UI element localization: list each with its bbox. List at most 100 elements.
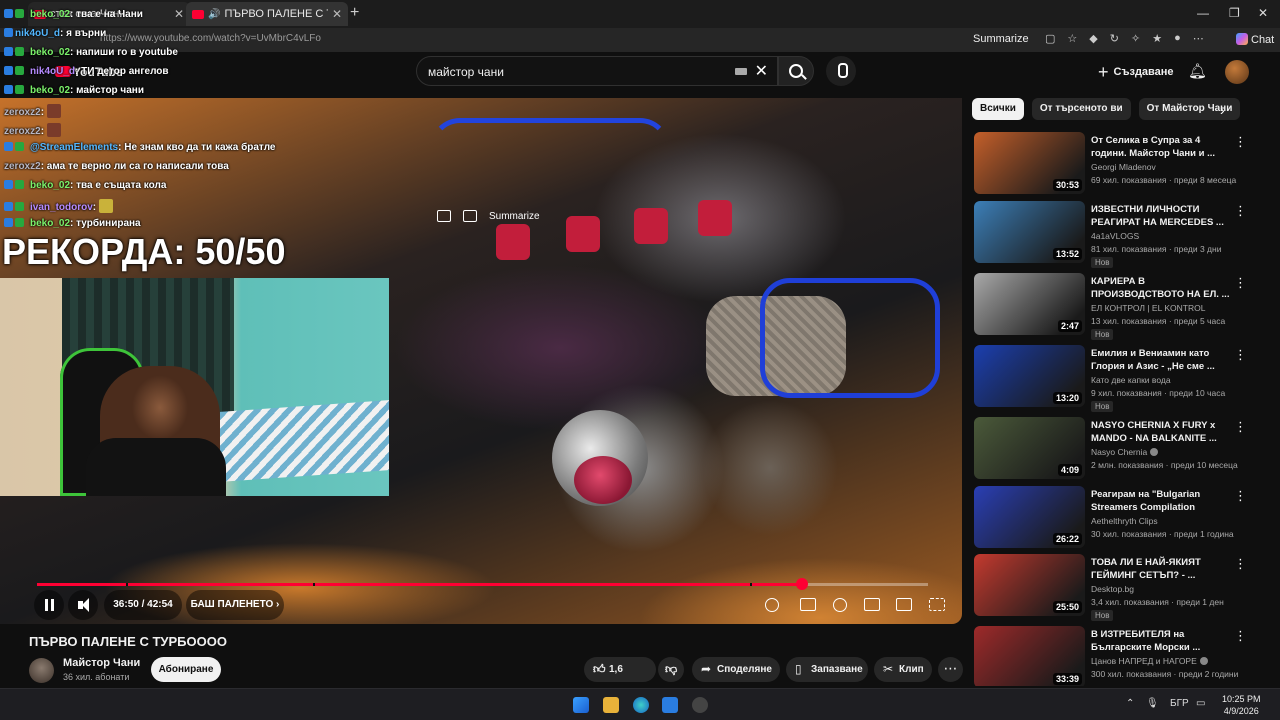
video-thumbnail[interactable]: 33:39 bbox=[974, 626, 1085, 686]
recommendation-channel[interactable]: Aethelthryth Clips bbox=[1091, 516, 1158, 526]
recommendation-item[interactable]: 33:39 В ИЗТРЕБИТЕЛЯ на Българските Морск… bbox=[974, 626, 1264, 686]
keyboard-icon[interactable] bbox=[735, 68, 747, 75]
more-actions-icon[interactable]: ⋯ bbox=[938, 657, 963, 682]
search-box[interactable]: майстор чани ✕ bbox=[416, 56, 778, 86]
recommendation-channel[interactable]: Като две капки вода bbox=[1091, 375, 1171, 385]
pause-button[interactable] bbox=[34, 590, 64, 620]
video-thumbnail[interactable]: 25:50 bbox=[974, 554, 1085, 616]
kebab-menu-icon[interactable]: ⋮ bbox=[1234, 556, 1247, 572]
recommendation-title[interactable]: NASYO CHERNIA X FURY x MANDO - NA BALKAN… bbox=[1091, 419, 1231, 445]
video-thumbnail[interactable]: 26:22 bbox=[974, 486, 1085, 548]
video-thumbnail[interactable]: 4:09 bbox=[974, 417, 1085, 479]
minimize-icon[interactable]: — bbox=[1197, 6, 1209, 20]
fullscreen-icon[interactable] bbox=[929, 598, 945, 611]
clear-search-icon[interactable]: ✕ bbox=[755, 61, 768, 81]
notifications-bell-icon[interactable]: 🔔︎ bbox=[1188, 62, 1207, 80]
chapter-button[interactable]: БАШ ПАЛЕНЕТО › bbox=[186, 590, 284, 620]
volume-button[interactable] bbox=[68, 590, 98, 620]
clip-button[interactable]: ✂ Клип bbox=[874, 657, 932, 682]
kebab-menu-icon[interactable]: ⋮ bbox=[1234, 628, 1247, 644]
voice-search-button[interactable] bbox=[826, 56, 856, 86]
recommendation-channel[interactable]: Nasyo Chernia bbox=[1091, 447, 1159, 457]
copilot-chat-button[interactable]: Chat bbox=[1236, 33, 1274, 46]
more-menu-icon[interactable]: ⋯ bbox=[1193, 32, 1204, 45]
chip-from-search[interactable]: От търсеното ви bbox=[1031, 98, 1131, 120]
video-thumbnail[interactable]: 30:53 bbox=[974, 132, 1085, 194]
channel-name[interactable]: Майстор Чани bbox=[63, 657, 140, 669]
recommendation-item[interactable]: 13:20 Емилия и Вениамин като Глория и Аз… bbox=[974, 345, 1264, 412]
close-tab-icon[interactable]: ✕ bbox=[174, 7, 184, 21]
channel-avatar[interactable] bbox=[29, 658, 54, 683]
favorites-icon[interactable]: ★ bbox=[1152, 32, 1162, 45]
video-thumbnail[interactable]: 13:52 bbox=[974, 201, 1085, 263]
recommendation-item[interactable]: 2:47 КАРИЕРА В ПРОИЗВОДСТВОТО НА ЕЛ. ...… bbox=[974, 273, 1264, 340]
recommendation-item[interactable]: 4:09 NASYO CHERNIA X FURY x MANDO - NA B… bbox=[974, 417, 1264, 481]
subscribe-button[interactable]: Абониране bbox=[151, 657, 221, 682]
chip-from-channel[interactable]: От Майстор Чани bbox=[1138, 98, 1241, 120]
recommendation-channel[interactable]: Цанов НАПРЕД и НАГОРЕ bbox=[1091, 656, 1208, 666]
chip-all[interactable]: Всички bbox=[972, 98, 1024, 120]
extension-icon[interactable]: ◆ bbox=[1089, 32, 1097, 45]
recommendation-channel[interactable]: Desktop.bg bbox=[1091, 584, 1134, 594]
miniplayer-icon[interactable] bbox=[437, 210, 451, 222]
close-window-icon[interactable]: ✕ bbox=[1258, 6, 1268, 20]
refresh-extension-icon[interactable]: ↻ bbox=[1110, 32, 1119, 45]
restore-icon[interactable]: ❐ bbox=[1229, 6, 1240, 20]
video-thumbnail[interactable]: 2:47 bbox=[974, 273, 1085, 335]
split-screen-icon[interactable]: ▢ bbox=[1045, 32, 1055, 45]
system-clock[interactable]: 10:25 PM 4/9/2026 bbox=[1222, 693, 1261, 717]
puzzle-icon[interactable]: ✧ bbox=[1131, 32, 1140, 45]
language-indicator[interactable]: БГР bbox=[1170, 698, 1189, 709]
like-button[interactable]: 👍︎1,6 хил. bbox=[584, 657, 656, 700]
settings-gear-icon[interactable] bbox=[833, 598, 847, 612]
file-explorer-icon[interactable] bbox=[603, 697, 619, 713]
recommendation-title[interactable]: ТОВА ЛИ Е НАЙ-ЯКИЯТ ГЕЙМИНГ СЕТЪП? - ... bbox=[1091, 556, 1231, 582]
favorite-star-icon[interactable]: ☆ bbox=[1067, 32, 1077, 45]
theater-mode-icon[interactable] bbox=[864, 598, 880, 611]
recommendation-item[interactable]: 25:50 ТОВА ЛИ Е НАЙ-ЯКИЯТ ГЕЙМИНГ СЕТЪП?… bbox=[974, 554, 1264, 621]
search-button[interactable] bbox=[778, 56, 814, 86]
start-icon[interactable] bbox=[573, 697, 589, 713]
kebab-menu-icon[interactable]: ⋮ bbox=[1234, 203, 1247, 219]
scrubber-handle[interactable] bbox=[795, 578, 808, 590]
recommendation-channel[interactable]: 4a1aVLOGS bbox=[1091, 231, 1139, 241]
autoplay-toggle-icon[interactable] bbox=[765, 598, 779, 612]
recommendation-title[interactable]: От Селика в Супра за 4 години. Майстор Ч… bbox=[1091, 134, 1231, 160]
create-button[interactable]: + Създаване bbox=[1098, 60, 1174, 84]
progress-bar[interactable] bbox=[37, 578, 928, 590]
save-button[interactable]: ▯ Запазване bbox=[786, 657, 868, 682]
url-field[interactable]: https://www.youtube.com/watch?v=UvMbrC4v… bbox=[100, 33, 321, 44]
show-hidden-icons-icon[interactable]: ⌃ bbox=[1126, 698, 1134, 709]
recommendation-title[interactable]: В ИЗТРЕБИТЕЛЯ на Българските Морски ... bbox=[1091, 628, 1231, 654]
summarize-button[interactable]: Summarize bbox=[973, 33, 1029, 45]
app-icon[interactable] bbox=[692, 697, 708, 713]
video-player[interactable]: РЕКОРДА: 50/50 Summarize bbox=[0, 98, 962, 624]
browser-tab-active[interactable]: 🔊 ПЪРВО ПАЛЕНЕ С ТУРБОООО ✕ bbox=[186, 2, 348, 26]
kebab-menu-icon[interactable]: ⋮ bbox=[1234, 347, 1247, 363]
chevron-right-icon[interactable]: › bbox=[1220, 102, 1225, 118]
network-icon[interactable]: ▭ bbox=[1196, 698, 1205, 709]
kebab-menu-icon[interactable]: ⋮ bbox=[1234, 488, 1247, 504]
recommendation-title[interactable]: ИЗВЕСТНИ ЛИЧНОСТИ РЕАГИРАТ НА MERCEDES .… bbox=[1091, 203, 1231, 229]
subtitles-icon[interactable] bbox=[800, 598, 816, 611]
edge-icon[interactable] bbox=[633, 697, 649, 713]
video-thumbnail[interactable]: 13:20 bbox=[974, 345, 1085, 407]
speaker-icon[interactable]: 🔊 bbox=[208, 9, 220, 20]
recommendation-title[interactable]: Реагирам на "Bulgarian Streamers Compila… bbox=[1091, 488, 1231, 514]
recommendation-item[interactable]: 13:52 ИЗВЕСТНИ ЛИЧНОСТИ РЕАГИРАТ НА MERC… bbox=[974, 201, 1264, 268]
kebab-menu-icon[interactable]: ⋮ bbox=[1234, 134, 1247, 150]
microphone-icon[interactable]: 🎙︎ bbox=[1146, 698, 1159, 709]
search-input[interactable]: майстор чани bbox=[428, 65, 504, 79]
player-summarize-button[interactable]: Summarize bbox=[489, 211, 540, 222]
new-tab-icon[interactable]: + bbox=[350, 4, 359, 22]
recommendation-title[interactable]: КАРИЕРА В ПРОИЗВОДСТВОТО НА ЕЛ. ... bbox=[1091, 275, 1231, 301]
kebab-menu-icon[interactable]: ⋮ bbox=[1234, 275, 1247, 291]
theater-icon[interactable] bbox=[463, 210, 477, 222]
kebab-menu-icon[interactable]: ⋮ bbox=[1234, 419, 1247, 435]
close-tab-icon[interactable]: ✕ bbox=[332, 7, 342, 21]
cast-icon[interactable] bbox=[896, 598, 912, 611]
recommendation-channel[interactable]: Georgi Mladenov bbox=[1091, 162, 1156, 172]
recommendation-channel[interactable]: ЕЛ КОНТРОЛ | EL KONTROL bbox=[1091, 303, 1205, 313]
dislike-button[interactable]: 👎︎ bbox=[658, 657, 684, 682]
store-icon[interactable] bbox=[662, 697, 678, 713]
